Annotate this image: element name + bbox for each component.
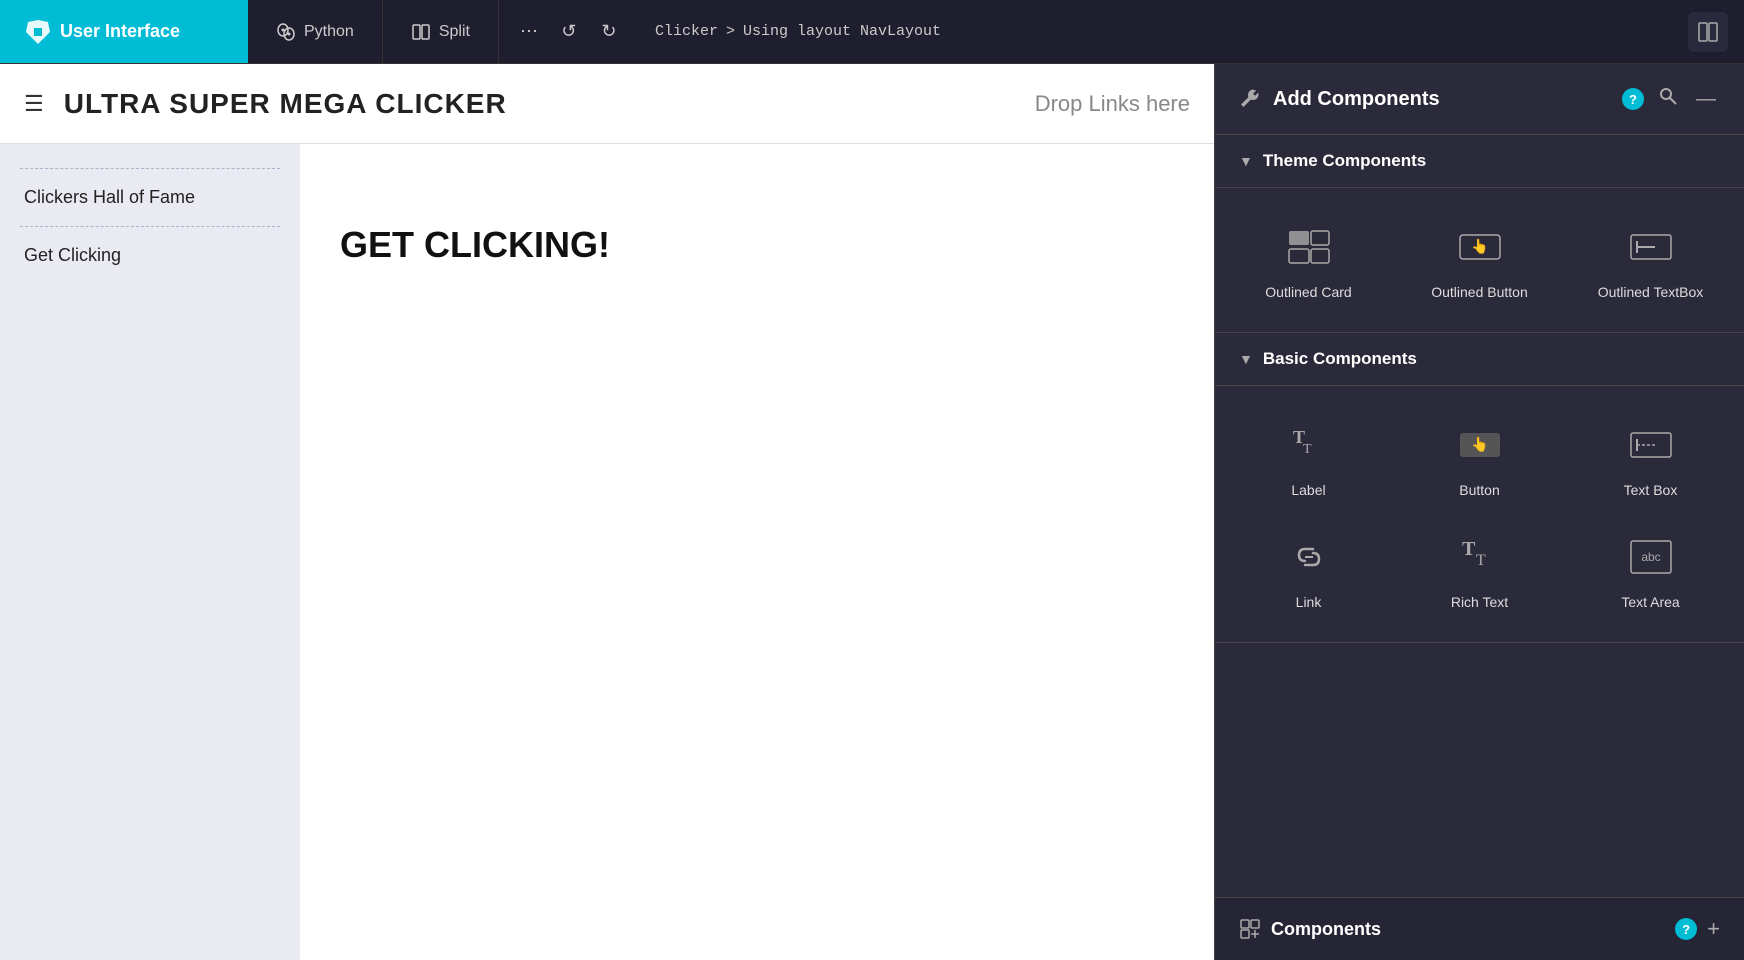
hamburger-btn[interactable]: ☰ [24,91,44,117]
sidebar-divider-top [20,168,280,169]
theme-components-grid: Outlined Card 👆 Outlined Button [1215,188,1744,333]
basic-chevron-icon: ▼ [1239,351,1253,367]
theme-chevron-icon: ▼ [1239,153,1253,169]
main-heading: GET CLICKING! [340,224,610,266]
app-header: ☰ ULTRA SUPER MEGA CLICKER Drop Links he… [0,64,1214,144]
app-main: GET CLICKING! [300,144,1214,960]
basic-components-grid: T T Label 👆 Button [1215,386,1744,643]
layout-icon [1697,21,1719,43]
breadcrumb-path: Using layout NavLayout [743,23,941,40]
link-component-label: Link [1296,594,1322,610]
svg-text:T: T [1462,538,1476,560]
component-button[interactable]: 👆 Button [1394,402,1565,514]
svg-text:T: T [1303,442,1312,457]
bottom-help-btn[interactable]: ? [1675,918,1697,940]
outlined-button-label: Outlined Button [1431,284,1528,300]
topbar-tabs: Python Split [248,0,499,63]
tab-split-label: Split [439,23,470,41]
svg-text:T: T [1476,552,1486,569]
component-rich-text[interactable]: T T Rich Text [1394,514,1565,626]
svg-text:abc: abc [1641,550,1660,564]
outlined-textbox-label: Outlined TextBox [1598,284,1704,300]
svg-text:👆: 👆 [1471,238,1488,255]
component-label[interactable]: T T Label [1223,402,1394,514]
link-icon [1282,530,1336,584]
right-panel-bottom: Components ? + [1215,897,1744,960]
rich-text-component-label: Rich Text [1451,594,1508,610]
component-outlined-card[interactable]: Outlined Card [1223,204,1394,316]
outlined-card-icon [1282,220,1336,274]
right-panel-title: Add Components [1273,88,1612,111]
topbar-right [1688,12,1744,52]
component-outlined-textbox[interactable]: Outlined TextBox [1565,204,1736,316]
breadcrumb-sep: > [726,23,735,40]
breadcrumb-app: Clicker [655,23,718,40]
app-sidebar: Clickers Hall of Fame Get Clicking [0,144,300,960]
textbox-component-label: Text Box [1624,482,1678,498]
python-icon [276,22,296,42]
brand-label: User Interface [60,21,180,42]
button-component-label: Button [1459,482,1499,498]
bottom-components-title: Components [1271,919,1665,940]
outlined-textbox-icon [1624,220,1678,274]
wrench-icon [1239,87,1263,111]
outlined-button-icon: 👆 [1453,220,1507,274]
label-icon: T T [1282,418,1336,472]
theme-components-title: Theme Components [1263,151,1426,171]
basic-components-section-header[interactable]: ▼ Basic Components [1215,333,1744,386]
right-panel-help-btn[interactable]: ? [1622,88,1644,110]
basic-components-title: Basic Components [1263,349,1417,369]
component-link[interactable]: Link [1223,514,1394,626]
sidebar-item-hall-of-fame-label: Clickers Hall of Fame [24,187,195,207]
app-title: ULTRA SUPER MEGA CLICKER [64,88,1035,120]
drop-links-label: Drop Links here [1035,91,1190,117]
split-icon [411,22,431,42]
breadcrumb: Clicker > Using layout NavLayout [639,23,957,40]
right-panel: Add Components ? — ▼ Theme Components [1214,64,1744,960]
layout-btn[interactable] [1688,12,1728,52]
bottom-add-btn[interactable]: + [1707,916,1720,942]
sidebar-item-hall-of-fame[interactable]: Clickers Hall of Fame [0,177,300,218]
undo-btn[interactable]: ↺ [551,14,587,50]
tab-python-label: Python [304,23,354,41]
brand-icon [24,18,52,46]
component-textarea[interactable]: abc Text Area [1565,514,1736,626]
more-options-btn[interactable]: ⋯ [511,14,547,50]
tab-split[interactable]: Split [383,0,499,63]
rich-text-icon: T T [1453,530,1507,584]
app-content: Clickers Hall of Fame Get Clicking GET C… [0,144,1214,960]
redo-btn[interactable]: ↻ [591,14,627,50]
component-outlined-button[interactable]: 👆 Outlined Button [1394,204,1565,316]
right-panel-minimize-btn[interactable]: — [1692,84,1720,115]
brand-tab[interactable]: User Interface [0,0,248,63]
outlined-card-label: Outlined Card [1265,284,1351,300]
right-panel-header: Add Components ? — [1215,64,1744,135]
search-icon [1658,86,1678,106]
main-layout: ☰ ULTRA SUPER MEGA CLICKER Drop Links he… [0,64,1744,960]
topbar-actions: ⋯ ↺ ↻ [499,14,639,50]
textarea-component-label: Text Area [1621,594,1679,610]
button-icon: 👆 [1453,418,1507,472]
components-bottom-icon [1239,918,1261,940]
textbox-icon [1624,418,1678,472]
sidebar-item-get-clicking-label: Get Clicking [24,245,121,265]
topbar: User Interface Python Split ⋯ ↺ ↻ Clicke… [0,0,1744,64]
textarea-icon: abc [1624,530,1678,584]
component-textbox[interactable]: Text Box [1565,402,1736,514]
theme-components-section-header[interactable]: ▼ Theme Components [1215,135,1744,188]
sidebar-item-get-clicking[interactable]: Get Clicking [0,235,300,276]
svg-text:👆: 👆 [1471,436,1488,453]
tab-python[interactable]: Python [248,0,383,63]
sidebar-divider-mid [20,226,280,227]
label-component-label: Label [1291,482,1325,498]
right-panel-search-btn[interactable] [1654,82,1682,116]
preview-panel: ☰ ULTRA SUPER MEGA CLICKER Drop Links he… [0,64,1214,960]
